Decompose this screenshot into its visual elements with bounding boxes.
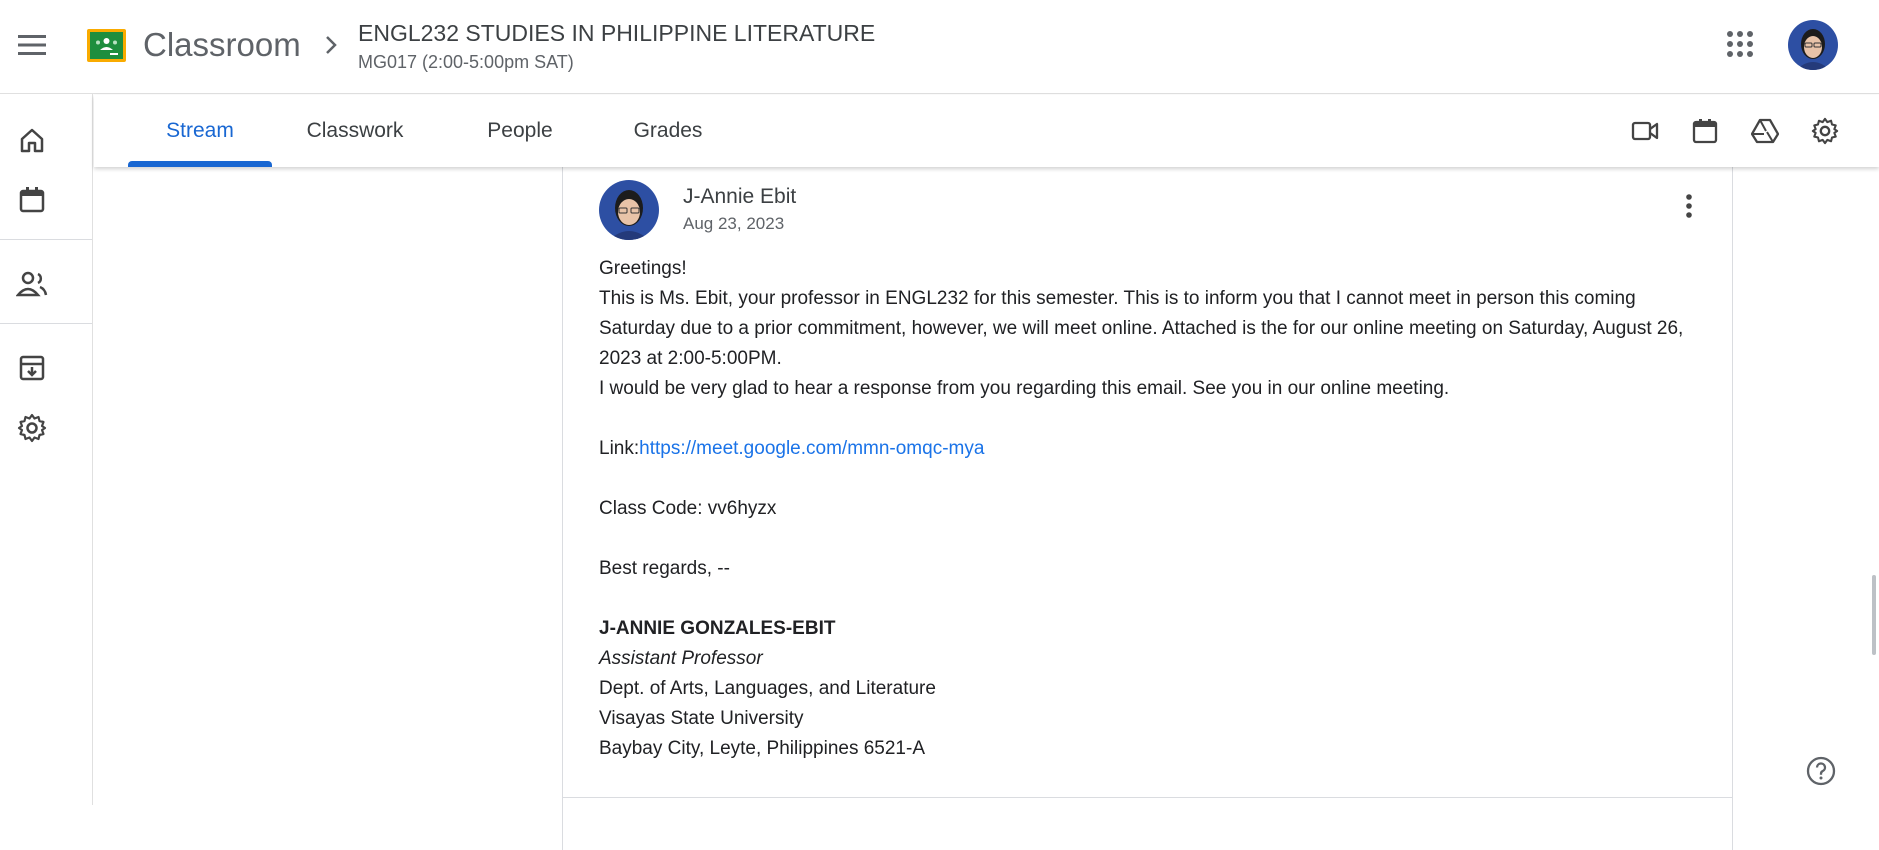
navigation-rail xyxy=(0,94,93,805)
page-scrollbar[interactable] xyxy=(1872,575,1876,655)
home-icon[interactable] xyxy=(0,114,64,166)
class-section: MG017 (2:00-5:00pm SAT) xyxy=(358,52,574,72)
class-tabs-bar: Stream Classwork People Grades xyxy=(94,95,1879,167)
tab-people[interactable]: People xyxy=(460,95,580,167)
top-app-bar: Classroom ENGL232 STUDIES IN PHILIPPINE … xyxy=(0,0,1879,94)
calendar-icon[interactable] xyxy=(0,174,64,226)
breadcrumb-chevron-icon xyxy=(320,30,342,60)
help-icon[interactable] xyxy=(1803,753,1839,789)
signature-title: Assistant Professor xyxy=(599,648,763,669)
author-avatar xyxy=(599,180,659,240)
signature-university: Visayas State University xyxy=(599,708,804,729)
tab-stream[interactable]: Stream xyxy=(128,95,272,167)
meet-link[interactable]: https://meet.google.com/mmn-omqc-mya xyxy=(639,438,984,459)
app-name[interactable]: Classroom xyxy=(143,24,301,66)
post-paragraph: This is Ms. Ebit, your professor in ENGL… xyxy=(599,288,1684,369)
post-greeting: Greetings! xyxy=(599,258,687,279)
link-label: Link: xyxy=(599,438,640,459)
google-apps-icon[interactable] xyxy=(1720,24,1760,64)
google-calendar-icon[interactable] xyxy=(1685,111,1725,151)
signature-dept: Dept. of Arts, Languages, and Literature xyxy=(599,678,936,699)
google-drive-icon[interactable] xyxy=(1745,111,1785,151)
account-avatar[interactable] xyxy=(1788,20,1838,70)
post-date: Aug 23, 2023 xyxy=(683,214,785,233)
meeting-link-line: Link:https://meet.google.com/mmn-omqc-my… xyxy=(599,434,1699,464)
archived-classes-icon[interactable] xyxy=(0,342,64,394)
more-options-icon[interactable] xyxy=(1669,186,1709,226)
main-menu-icon[interactable] xyxy=(12,22,52,68)
rail-divider xyxy=(0,323,92,324)
rail-divider xyxy=(0,239,92,240)
signature-address: Baybay City, Leyte, Philippines 6521-A xyxy=(599,738,925,759)
post-paragraph: I would be very glad to hear a response … xyxy=(599,378,1450,399)
tab-classwork[interactable]: Classwork xyxy=(290,95,420,167)
meet-video-icon[interactable] xyxy=(1625,111,1665,151)
announcement-post: J-Annie Ebit Aug 23, 2023 Greetings! Thi… xyxy=(562,160,1733,850)
active-tab-indicator xyxy=(128,161,272,167)
post-body: Greetings! This is Ms. Ebit, your profes… xyxy=(599,254,1699,764)
post-author: J-Annie Ebit xyxy=(683,185,797,208)
closing: Best regards, -- xyxy=(599,558,730,579)
class-code: Class Code: vv6hyzx xyxy=(599,498,777,519)
class-settings-icon[interactable] xyxy=(1805,111,1845,151)
class-title[interactable]: ENGL232 STUDIES IN PHILIPPINE LITERATURE xyxy=(358,19,875,47)
signature-name: J-ANNIE GONZALES-EBIT xyxy=(599,618,836,639)
settings-gear-icon[interactable] xyxy=(0,402,64,454)
post-divider xyxy=(562,797,1733,798)
enrolled-people-icon[interactable] xyxy=(0,258,64,310)
tab-grades[interactable]: Grades xyxy=(608,95,728,167)
classroom-logo-icon[interactable] xyxy=(87,29,126,62)
